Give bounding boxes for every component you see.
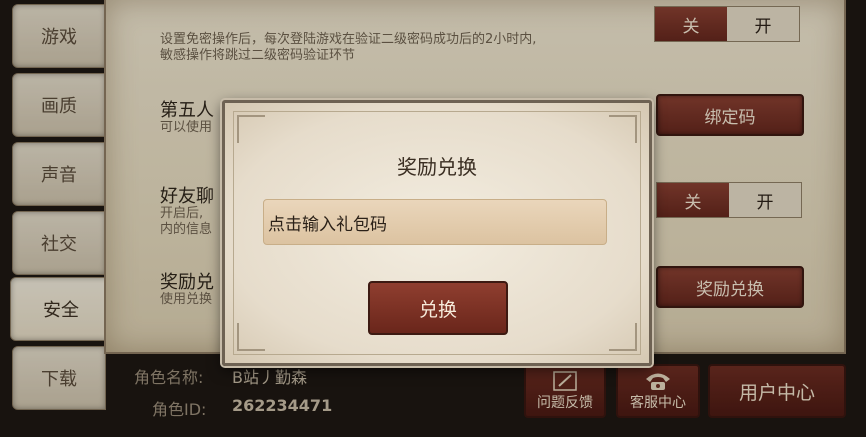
dialog-title: 奖励兑换 (397, 155, 477, 179)
redeem-button[interactable]: 兑换 (368, 281, 508, 335)
corner-ornament (609, 115, 637, 143)
corner-ornament (237, 115, 265, 143)
corner-ornament (609, 323, 637, 351)
corner-ornament (237, 323, 265, 351)
gift-code-input[interactable]: 点击输入礼包码 (263, 199, 607, 245)
reward-redeem-dialog: 奖励兑换 点击输入礼包码 兑换 (222, 100, 652, 366)
